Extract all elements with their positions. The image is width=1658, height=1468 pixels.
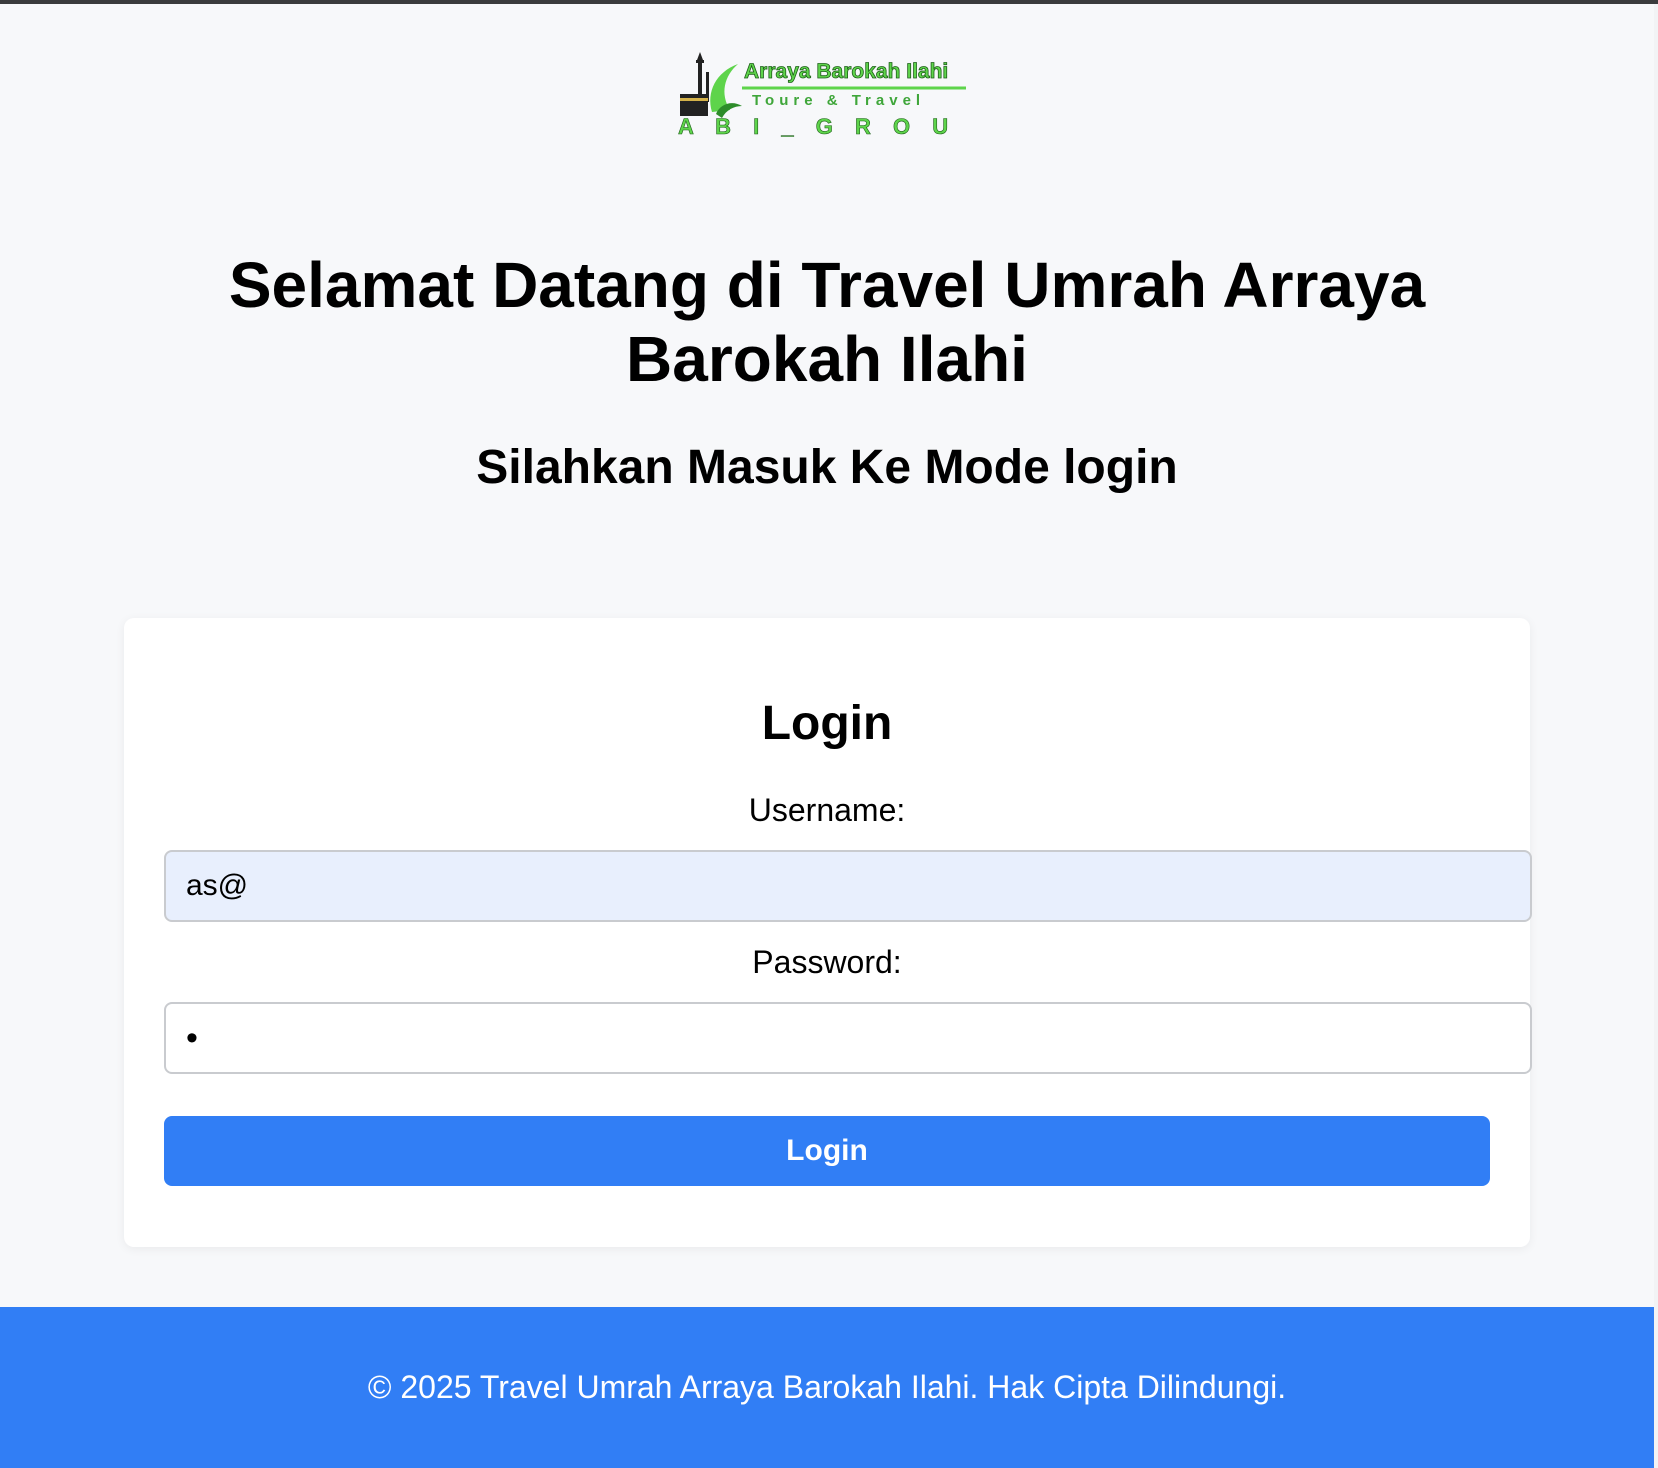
password-field[interactable] — [164, 1002, 1532, 1074]
logo-group: A B I _ G R O U P — [678, 114, 968, 139]
company-logo: Arraya Barokah Ilahi Toure & Travel A B … — [676, 52, 968, 144]
login-card: Login Username: Password: Login — [124, 618, 1532, 1247]
login-page: Arraya Barokah Ilahi Toure & Travel A B … — [0, 0, 1654, 1468]
logo-tagline: Toure & Travel — [752, 92, 925, 109]
logo-graphic: Arraya Barokah Ilahi Toure & Travel A B … — [678, 52, 968, 139]
logo-name: Arraya Barokah Ilahi — [744, 60, 948, 83]
page-title: Selamat Datang di Travel Umrah Arraya Ba… — [228, 249, 1426, 395]
page-subtitle: Silahkan Masuk Ke Mode login — [476, 441, 1178, 494]
username-label: Username: — [748, 792, 906, 828]
copyright-text: © 2025 Travel Umrah Arraya Barokah Ilahi… — [367, 1369, 1287, 1405]
password-label: Password: — [752, 944, 902, 980]
footer: © 2025 Travel Umrah Arraya Barokah Ilahi… — [0, 1307, 1654, 1468]
username-field[interactable] — [164, 850, 1532, 922]
login-heading: Login — [761, 697, 893, 750]
window-right-edge — [1654, 4, 1658, 1468]
login-button[interactable]: Login — [164, 1116, 1490, 1186]
